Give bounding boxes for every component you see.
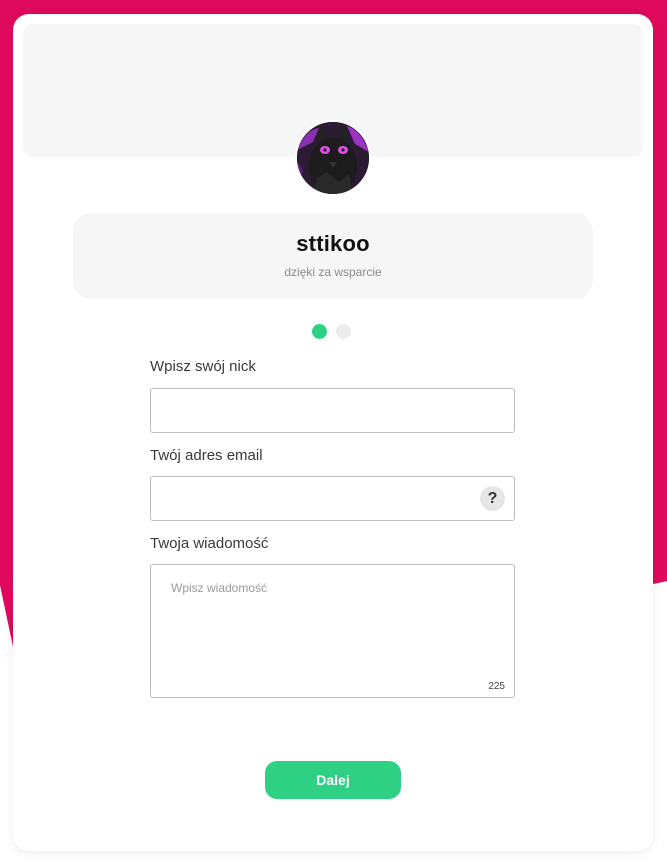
nick-field-wrapper — [150, 388, 515, 433]
message-field-wrapper: 225 — [150, 564, 515, 698]
profile-info: sttikoo dzięki za wsparcie — [73, 213, 593, 299]
nick-label: Wpisz swój nick — [150, 358, 256, 375]
avatar — [295, 120, 371, 196]
next-button[interactable]: Dalej — [265, 761, 401, 799]
nick-input[interactable] — [151, 389, 514, 432]
message-textarea[interactable] — [151, 565, 514, 697]
profile-name: sttikoo — [296, 231, 370, 256]
help-icon[interactable]: ? — [480, 486, 505, 511]
message-label: Twoja wiadomość — [150, 535, 269, 552]
email-label: Twój adres email — [150, 447, 263, 464]
email-field-wrapper: ? — [150, 476, 515, 521]
donation-card: sttikoo dzięki za wsparcie Wpisz swój ni… — [13, 14, 653, 851]
profile-subtitle: dzięki za wsparcie — [284, 265, 382, 279]
email-input[interactable] — [151, 477, 514, 520]
char-counter: 225 — [488, 681, 505, 692]
avatar-character-icon — [297, 122, 369, 194]
step-dot-inactive — [336, 324, 351, 339]
step-dot-active — [312, 324, 327, 339]
step-indicator — [312, 324, 351, 340]
